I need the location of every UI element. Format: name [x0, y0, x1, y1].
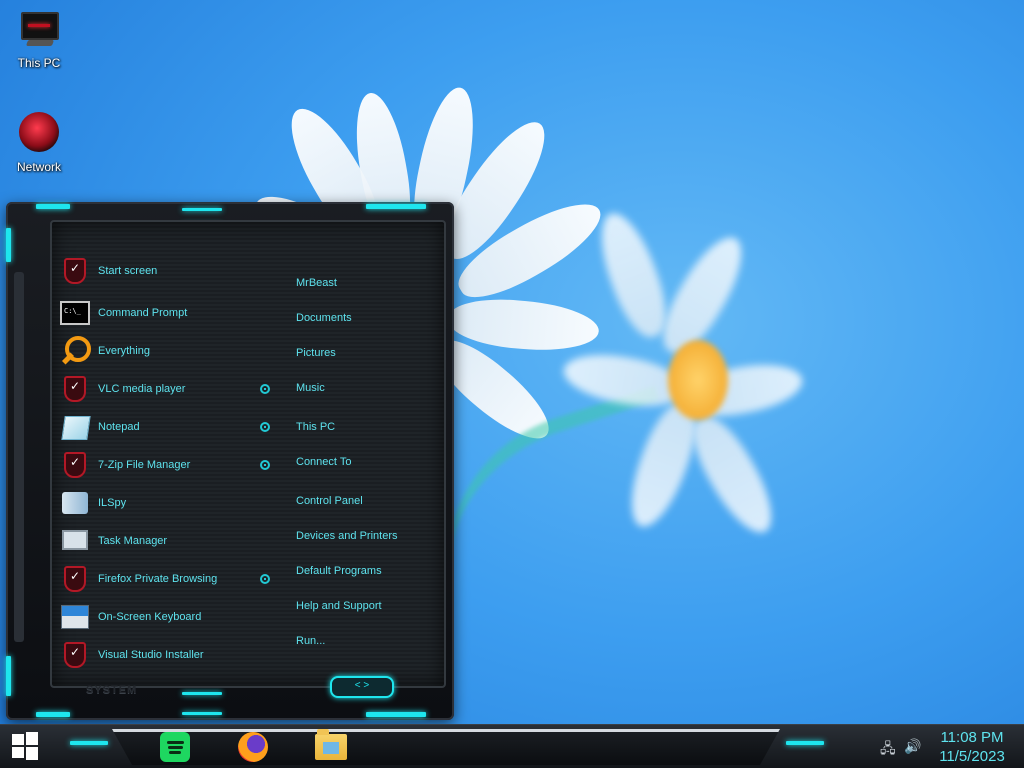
program-label: Command Prompt — [98, 307, 188, 319]
frame-led — [36, 712, 70, 717]
frame-led — [366, 204, 426, 209]
magnifier-icon — [60, 336, 91, 366]
program-firefox-private-browsing[interactable]: Firefox Private Browsing — [60, 562, 260, 596]
place-user-folder[interactable]: MrBeast — [296, 277, 337, 289]
shutdown-button[interactable]: < > — [330, 676, 394, 698]
program-label: Everything — [98, 345, 150, 357]
firefox-icon — [238, 732, 268, 762]
program-label: Visual Studio Installer — [98, 649, 204, 661]
program-notepad[interactable]: Notepad — [60, 410, 260, 444]
program-on-screen-keyboard[interactable]: On-Screen Keyboard — [60, 600, 260, 634]
program-label: VLC media player — [98, 383, 186, 395]
place-music[interactable]: Music — [296, 382, 325, 394]
program-label: ILSpy — [98, 497, 127, 509]
place-control-panel[interactable]: Control Panel — [296, 495, 363, 507]
shield-app-icon — [60, 640, 90, 670]
program-label: Firefox Private Browsing — [98, 573, 218, 585]
shield-app-icon — [60, 256, 90, 286]
start-button[interactable] — [10, 732, 40, 760]
network-orb-icon — [17, 112, 61, 156]
desktop-icon-label: This PC — [17, 56, 61, 70]
taskbar-spotify[interactable] — [158, 730, 192, 764]
keyboard-icon — [60, 602, 90, 632]
monitor-icon — [17, 8, 61, 52]
program-task-manager[interactable]: Task Manager — [60, 524, 260, 558]
notepad-icon — [60, 412, 91, 442]
place-default-programs[interactable]: Default Programs — [296, 565, 382, 577]
frame-led — [6, 228, 11, 262]
volume-icon[interactable]: 🔊 — [904, 738, 921, 755]
place-run[interactable]: Run... — [296, 635, 325, 647]
shield-app-icon — [60, 374, 90, 404]
frame-led — [182, 208, 222, 211]
place-this-pc[interactable]: This PC — [296, 421, 335, 433]
program-label: Start screen — [98, 265, 158, 277]
program-command-prompt[interactable]: C:\_ Command Prompt — [60, 296, 260, 330]
clock-date: 11/5/2023 — [939, 748, 1005, 765]
network-icon[interactable]: 🖧 — [880, 738, 896, 762]
place-connect-to[interactable]: Connect To — [296, 456, 351, 468]
program-label: Notepad — [98, 421, 140, 433]
program-7zip-file-manager[interactable]: 7-Zip File Manager — [60, 448, 260, 482]
frame-led — [36, 204, 70, 209]
task-manager-icon — [60, 526, 90, 556]
program-label: Task Manager — [98, 535, 168, 547]
start-menu: Start screen C:\_ Command Prompt Everyth… — [6, 202, 454, 720]
frame-led — [182, 692, 222, 695]
frame-led — [6, 656, 11, 696]
program-visual-studio-installer[interactable]: Visual Studio Installer — [60, 638, 260, 672]
flower-petal — [589, 206, 677, 344]
submenu-arrow-icon[interactable] — [260, 384, 270, 394]
program-start-screen[interactable]: Start screen — [60, 254, 260, 288]
taskbar — [0, 724, 1024, 768]
system-label: SYSTEM — [86, 684, 138, 696]
submenu-arrow-icon[interactable] — [260, 574, 270, 584]
taskbar-file-explorer[interactable] — [314, 729, 348, 764]
command-prompt-icon: C:\_ — [60, 298, 90, 328]
frame-led — [182, 712, 222, 715]
flower-center — [668, 340, 728, 420]
program-label: 7-Zip File Manager — [98, 459, 191, 471]
start-menu-panel: Start screen C:\_ Command Prompt Everyth… — [50, 220, 446, 688]
place-pictures[interactable]: Pictures — [296, 347, 336, 359]
taskbar-led — [786, 741, 824, 745]
shield-app-icon — [60, 564, 90, 594]
submenu-arrow-icon[interactable] — [260, 460, 270, 470]
program-ilspy[interactable]: ILSpy — [60, 486, 260, 520]
place-devices-and-printers[interactable]: Devices and Printers — [296, 530, 398, 542]
shield-app-icon — [60, 450, 90, 480]
desktop-icon-label: Network — [16, 160, 61, 174]
program-everything[interactable]: Everything — [60, 334, 260, 368]
submenu-arrow-icon[interactable] — [260, 422, 270, 432]
taskbar-clock[interactable]: 11:08 PM 11/5/2023 — [924, 728, 1020, 766]
program-vlc-media-player[interactable]: VLC media player — [60, 372, 260, 406]
spotify-icon — [160, 732, 190, 762]
taskbar-firefox[interactable] — [236, 730, 270, 764]
taskbar-bay — [112, 729, 780, 765]
place-documents[interactable]: Documents — [296, 312, 352, 324]
desktop-icon-network[interactable]: Network — [4, 112, 74, 174]
folder-icon — [315, 729, 347, 760]
desktop-icon-this-pc[interactable]: This PC — [4, 8, 74, 70]
frame-led — [366, 712, 426, 717]
ilspy-icon — [60, 488, 90, 518]
place-help-and-support[interactable]: Help and Support — [296, 600, 382, 612]
program-label: On-Screen Keyboard — [98, 611, 202, 623]
clock-time: 11:08 PM — [940, 729, 1004, 746]
taskbar-led — [70, 741, 108, 745]
frame-rail — [14, 272, 24, 642]
